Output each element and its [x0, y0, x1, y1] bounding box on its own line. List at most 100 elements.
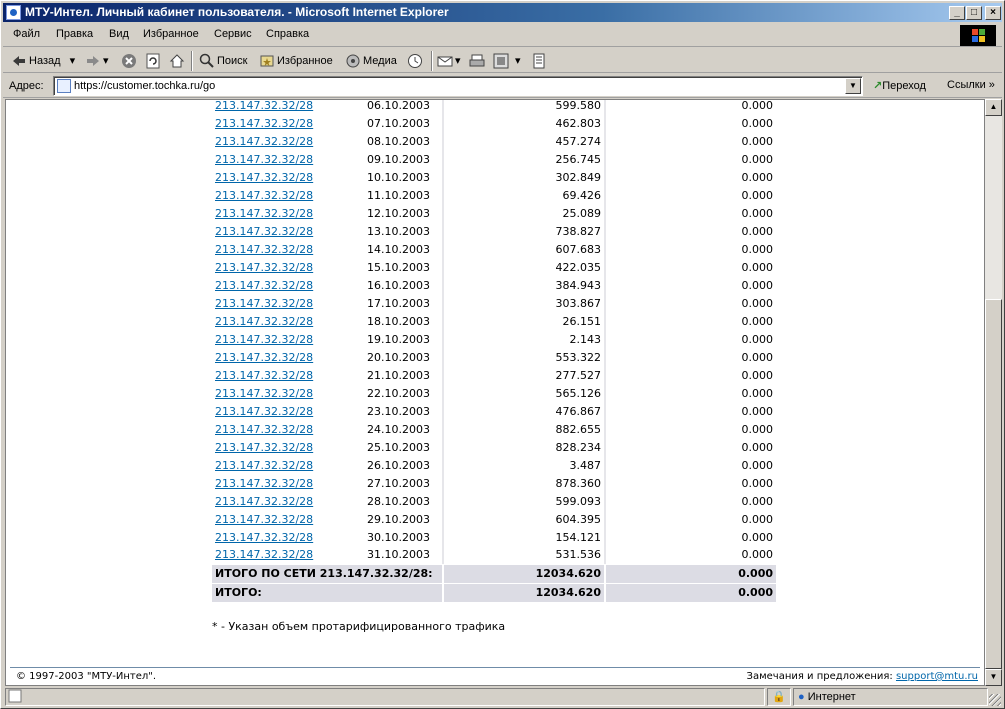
network-link[interactable]: 213.147.32.32/28 — [215, 459, 313, 472]
table-row: 213.147.32.32/28 25.10.2003 828.234 0.000 — [212, 438, 776, 456]
chevron-right-icon: » — [988, 79, 995, 91]
network-link[interactable]: 213.147.32.32/28 — [215, 135, 313, 148]
date-cell: 27.10.2003 — [362, 474, 442, 492]
table-row: 213.147.32.32/28 12.10.2003 25.089 0.000 — [212, 204, 776, 222]
minimize-button[interactable]: _ — [949, 6, 965, 20]
date-cell: 06.10.2003 — [362, 100, 442, 114]
scroll-thumb[interactable] — [985, 299, 1002, 669]
network-link[interactable]: 213.147.32.32/28 — [215, 171, 313, 184]
traffic-in-cell: 828.234 — [444, 438, 604, 456]
search-button[interactable]: Поиск — [199, 52, 247, 70]
network-link[interactable]: 213.147.32.32/28 — [215, 261, 313, 274]
standard-toolbar: Назад ▾ ▾ Поиск Избранное Медиа ▾ ▾ — [3, 48, 1002, 73]
network-link[interactable]: 213.147.32.32/28 — [215, 243, 313, 256]
network-link[interactable]: 213.147.32.32/28 — [215, 405, 313, 418]
table-row: 213.147.32.32/28 22.10.2003 565.126 0.000 — [212, 384, 776, 402]
discuss-icon — [531, 53, 547, 69]
network-cell: 213.147.32.32/28 — [212, 240, 362, 258]
menu-help[interactable]: Справка — [266, 28, 309, 40]
network-link[interactable]: 213.147.32.32/28 — [215, 333, 313, 346]
mail-button[interactable]: ▾ — [437, 52, 461, 70]
print-button[interactable] — [469, 52, 487, 70]
address-input[interactable]: https://customer.tochka.ru/go ▼ — [53, 76, 863, 96]
menu-file[interactable]: Файл — [13, 28, 40, 40]
network-link[interactable]: 213.147.32.32/28 — [215, 279, 313, 292]
menu-tools[interactable]: Сервис — [214, 28, 252, 40]
date-cell: 19.10.2003 — [362, 330, 442, 348]
network-link[interactable]: 213.147.32.32/28 — [215, 117, 313, 130]
links-label: Ссылки — [947, 79, 986, 91]
network-link[interactable]: 213.147.32.32/28 — [215, 513, 313, 526]
network-link[interactable]: 213.147.32.32/28 — [215, 315, 313, 328]
network-cell: 213.147.32.32/28 — [212, 510, 362, 528]
resize-grip[interactable] — [989, 694, 1001, 706]
traffic-out-cell: 0.000 — [606, 276, 776, 294]
history-button[interactable] — [407, 52, 425, 70]
net-total-in: 12034.620 — [444, 563, 604, 583]
network-link[interactable]: 213.147.32.32/28 — [215, 477, 313, 490]
back-dropdown-icon[interactable]: ▾ — [70, 55, 76, 67]
menu-view[interactable]: Вид — [109, 28, 129, 40]
grand-total-row: ИТОГО: 12034.620 0.000 — [212, 582, 776, 602]
links-button[interactable]: Ссылки » — [947, 79, 995, 91]
traffic-in-cell: 565.126 — [444, 384, 604, 402]
status-bar: 🔒 ● Интернет — [3, 687, 1002, 707]
edit-button[interactable]: ▾ — [493, 52, 521, 70]
network-link[interactable]: 213.147.32.32/28 — [215, 351, 313, 364]
network-cell: 213.147.32.32/28 — [212, 402, 362, 420]
footnote: * - Указан объем протарифицированного тр… — [212, 620, 506, 633]
go-button[interactable]: ↗Переход — [873, 79, 926, 92]
network-link[interactable]: 213.147.32.32/28 — [215, 548, 313, 561]
network-link[interactable]: 213.147.32.32/28 — [215, 189, 313, 202]
close-button[interactable]: × — [985, 6, 1001, 20]
media-button[interactable]: Медиа — [345, 52, 397, 70]
traffic-out-cell: 0.000 — [606, 100, 776, 114]
back-button[interactable]: Назад ▾ — [11, 52, 75, 70]
support-email-link[interactable]: support@mtu.ru — [896, 671, 978, 682]
maximize-button[interactable]: □ — [966, 6, 982, 20]
network-cell: 213.147.32.32/28 — [212, 348, 362, 366]
traffic-in-cell: 25.089 — [444, 204, 604, 222]
network-link[interactable]: 213.147.32.32/28 — [215, 423, 313, 436]
favorites-button[interactable]: Избранное — [259, 52, 333, 70]
menu-edit[interactable]: Правка — [56, 28, 93, 40]
network-link[interactable]: 213.147.32.32/28 — [215, 207, 313, 220]
network-cell: 213.147.32.32/28 — [212, 222, 362, 240]
table-row: 213.147.32.32/28 29.10.2003 604.395 0.000 — [212, 510, 776, 528]
menu-favorites[interactable]: Избранное — [143, 28, 199, 40]
mail-dropdown-icon[interactable]: ▾ — [455, 55, 461, 67]
stop-button[interactable] — [121, 52, 139, 70]
network-link[interactable]: 213.147.32.32/28 — [215, 441, 313, 454]
traffic-in-cell: 2.143 — [444, 330, 604, 348]
discuss-button[interactable] — [531, 52, 549, 70]
table-row: 213.147.32.32/28 28.10.2003 599.093 0.000 — [212, 492, 776, 510]
edit-dropdown-icon[interactable]: ▾ — [515, 55, 521, 67]
network-link[interactable]: 213.147.32.32/28 — [215, 297, 313, 310]
vertical-scrollbar[interactable]: ▲ ▼ — [985, 99, 1002, 686]
traffic-in-cell: 604.395 — [444, 510, 604, 528]
traffic-out-cell: 0.000 — [606, 456, 776, 474]
network-cell: 213.147.32.32/28 — [212, 294, 362, 312]
home-button[interactable] — [169, 52, 187, 70]
network-link[interactable]: 213.147.32.32/28 — [215, 387, 313, 400]
network-link[interactable]: 213.147.32.32/28 — [215, 495, 313, 508]
network-link[interactable]: 213.147.32.32/28 — [215, 225, 313, 238]
scroll-down-icon[interactable]: ▼ — [985, 669, 1002, 686]
refresh-button[interactable] — [145, 52, 163, 70]
footer-divider — [10, 667, 980, 668]
network-link[interactable]: 213.147.32.32/28 — [215, 100, 313, 112]
network-link[interactable]: 213.147.32.32/28 — [215, 369, 313, 382]
network-link[interactable]: 213.147.32.32/28 — [215, 153, 313, 166]
windows-logo-icon — [960, 25, 996, 46]
table-row: 213.147.32.32/28 08.10.2003 457.274 0.000 — [212, 132, 776, 150]
date-cell: 11.10.2003 — [362, 186, 442, 204]
network-link[interactable]: 213.147.32.32/28 — [215, 531, 313, 544]
address-url[interactable]: https://customer.tochka.ru/go — [74, 80, 215, 92]
title-bar[interactable]: МТУ-Интел. Личный кабинет пользователя. … — [3, 3, 1002, 22]
traffic-in-cell: 422.035 — [444, 258, 604, 276]
forward-dropdown-icon[interactable]: ▾ — [103, 55, 109, 67]
scroll-up-icon[interactable]: ▲ — [985, 99, 1002, 116]
traffic-out-cell: 0.000 — [606, 510, 776, 528]
address-dropdown-icon[interactable]: ▼ — [845, 78, 861, 94]
forward-button[interactable]: ▾ — [85, 52, 109, 70]
